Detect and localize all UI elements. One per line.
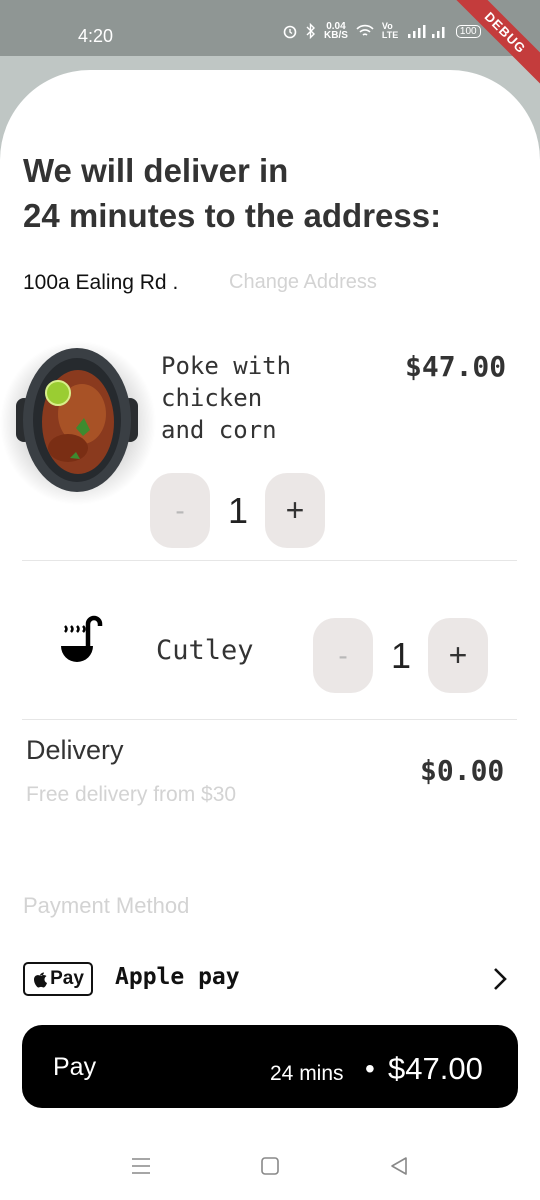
volte-label: Vo LTE <box>381 21 399 40</box>
change-address-link[interactable]: Change Address <box>229 271 377 294</box>
item-quantity: 1 <box>228 490 249 531</box>
heading-line-1: We will deliver in <box>23 152 289 189</box>
pay-separator: • <box>365 1053 375 1084</box>
payment-method-label: Payment Method <box>23 893 190 918</box>
payment-method-name[interactable]: Apple pay <box>115 964 240 990</box>
net-speed: 0.04 KB/S <box>324 22 348 41</box>
delivery-address: 100a Ealing Rd . <box>23 271 179 294</box>
divider <box>22 560 517 561</box>
back-icon[interactable] <box>389 1156 409 1176</box>
pay-button-label: Pay <box>53 1053 97 1081</box>
item-name: Poke with chicken and corn <box>161 352 292 444</box>
apple-pay-badge: Pay <box>23 962 93 996</box>
battery-icon: 100 <box>455 24 481 38</box>
menu-icon[interactable] <box>131 1156 151 1176</box>
delivery-time: 24 mins <box>270 1062 344 1085</box>
signal-icon <box>407 25 445 38</box>
net-speed-unit: KB/S <box>324 30 348 41</box>
item-decrease-button[interactable]: - <box>150 473 210 548</box>
delivery-subtitle: Free delivery from $30 <box>26 783 237 806</box>
status-icons: 0.04 KB/S Vo LTE 100 <box>282 21 481 41</box>
item-price: $47.00 <box>405 350 507 383</box>
status-bar: 4:20 0.04 KB/S Vo LTE 100 DEBUG <box>0 0 540 94</box>
cutlery-decrease-button[interactable]: - <box>313 618 373 693</box>
ladle-icon <box>61 615 103 662</box>
cutlery-label: Cutley <box>156 635 254 666</box>
status-time: 4:20 <box>78 26 114 46</box>
apple-pay-badge-label: Pay <box>50 968 84 989</box>
pay-button[interactable]: Pay 24 mins • $47.00 <box>22 1025 518 1108</box>
cutlery-increase-button[interactable]: + <box>428 618 488 693</box>
pay-total: $47.00 <box>388 1051 483 1086</box>
food-image <box>0 341 156 505</box>
divider <box>22 719 517 720</box>
wifi-icon <box>356 24 374 36</box>
delivery-price: $0.00 <box>420 754 505 787</box>
bluetooth-icon <box>306 23 315 39</box>
item-increase-button[interactable]: + <box>265 473 325 548</box>
home-icon[interactable] <box>260 1156 280 1176</box>
delivery-title: Delivery <box>26 735 124 765</box>
chevron-right-icon[interactable] <box>492 966 508 992</box>
cutlery-quantity: 1 <box>391 635 412 676</box>
alarm-icon <box>283 25 297 39</box>
heading-line-2: 24 minutes to the address: <box>23 197 442 234</box>
system-nav-bar <box>0 1140 540 1200</box>
delivery-heading: We will deliver in 24 minutes to the add… <box>23 148 441 238</box>
apple-icon <box>34 972 48 987</box>
